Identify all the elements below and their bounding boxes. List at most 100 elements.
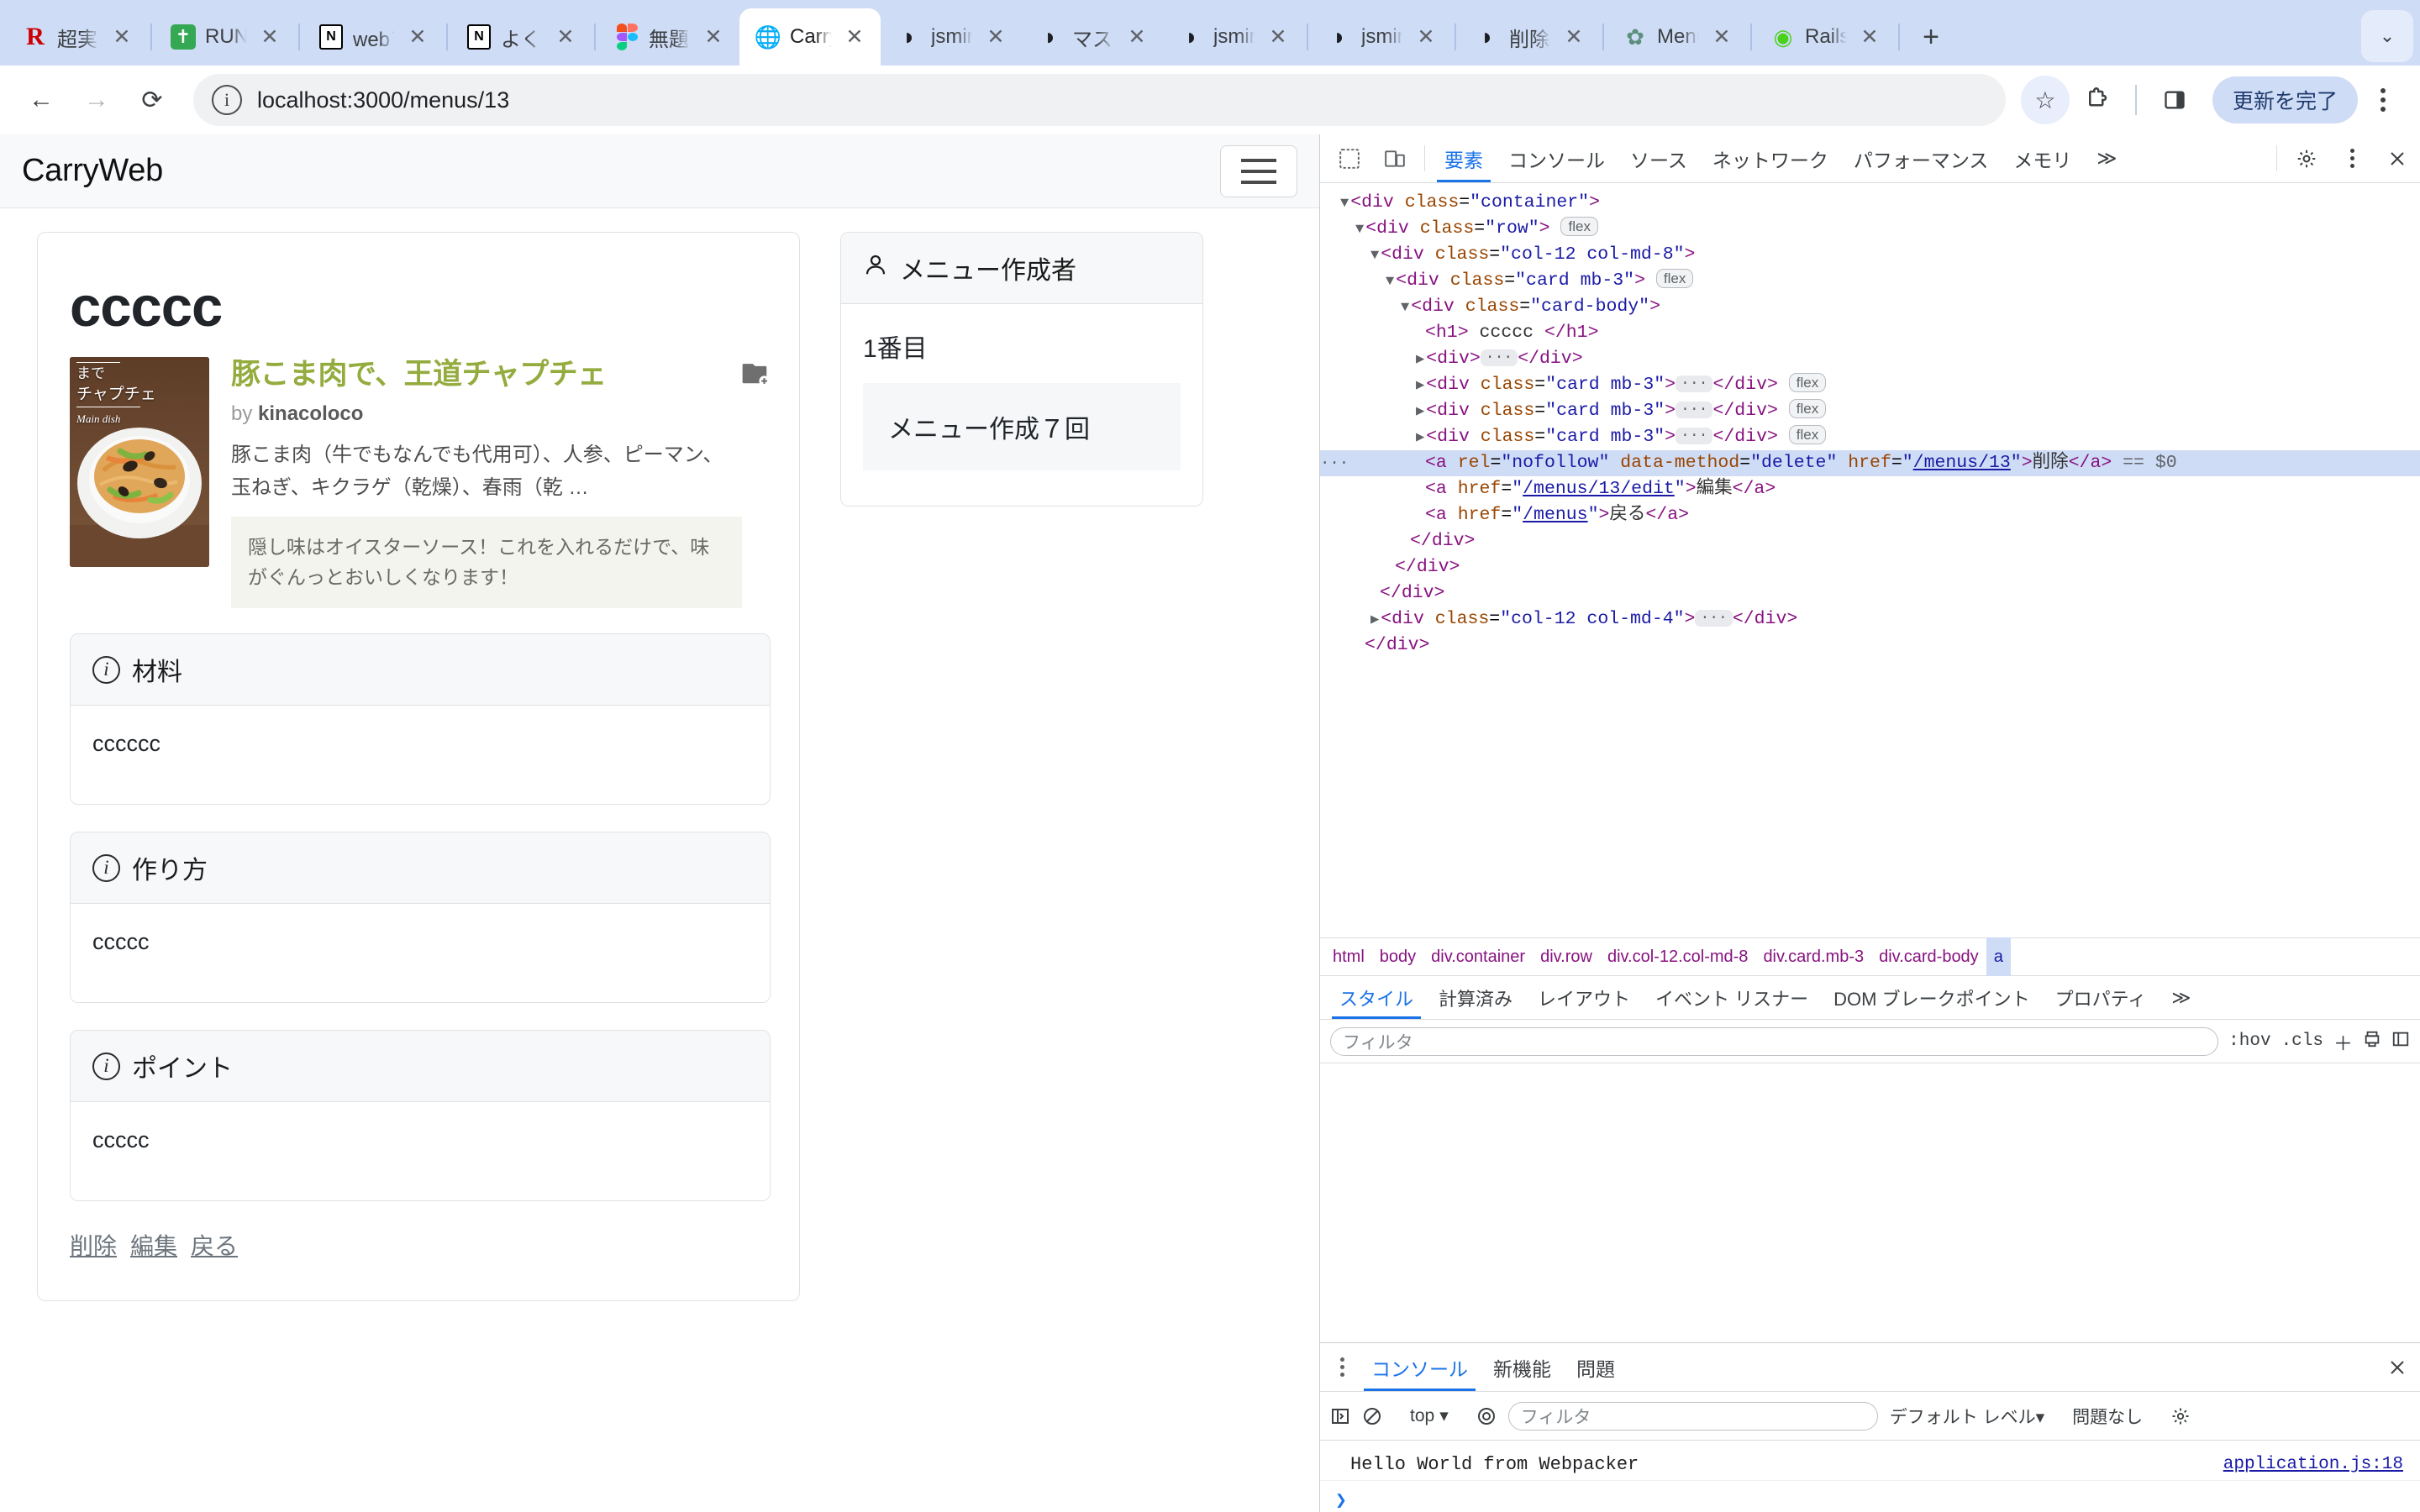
devtools-more-icon[interactable] (2329, 134, 2375, 182)
devtools-tab[interactable]: 要素 (1432, 134, 1496, 182)
breadcrumb-item[interactable]: div.card-body (1871, 948, 1986, 967)
new-tab-button[interactable]: + (1907, 13, 1954, 60)
dom-node-row[interactable]: </div> (1320, 554, 2420, 580)
close-icon[interactable]: ✕ (1707, 23, 1736, 51)
dom-node-row[interactable]: </div> (1320, 633, 2420, 659)
breadcrumb-item[interactable]: div.container (1423, 948, 1533, 967)
browser-tab[interactable]: ◗ jsmin ✕ (1311, 8, 1452, 66)
dom-node-row[interactable]: ▶<div class="card mb-3"> ··· </div> flex (1320, 424, 2420, 450)
dom-tree[interactable]: ▼<div class="container"> ▼<div class="row… (1320, 183, 2420, 937)
gear-icon[interactable] (2284, 134, 2329, 182)
close-icon[interactable]: ✕ (1560, 23, 1588, 51)
styles-filter-input[interactable]: フィルタ (1330, 1026, 2219, 1056)
styles-tab[interactable]: 計算済み (1426, 976, 1525, 1019)
sidebar-toggle-icon[interactable] (2391, 1030, 2410, 1053)
dom-node-row[interactable]: ▶<div class="card mb-3"> ··· </div> flex (1320, 398, 2420, 424)
clear-console-icon[interactable] (1362, 1406, 1382, 1426)
inspect-element-icon[interactable] (1327, 134, 1372, 182)
drawer-tab[interactable]: 新機能 (1481, 1343, 1564, 1391)
styles-tab[interactable]: スタイル (1327, 976, 1426, 1019)
drawer-tab[interactable]: コンソール (1359, 1343, 1481, 1391)
delete-link[interactable]: 削除 (70, 1233, 117, 1259)
breadcrumb-item[interactable]: html (1325, 948, 1372, 967)
close-icon[interactable]: ✕ (840, 23, 869, 51)
side-panel-icon[interactable] (2150, 76, 2199, 124)
close-icon[interactable]: ✕ (1264, 23, 1292, 51)
close-icon[interactable]: ✕ (403, 23, 432, 51)
tab-search-button[interactable]: ⌄ (2361, 10, 2413, 62)
dom-node-row[interactable]: </div> (1320, 528, 2420, 554)
console-sidebar-icon[interactable] (1330, 1406, 1350, 1426)
dom-node-row[interactable]: ▼<div class="card mb-3"> flex (1320, 268, 2420, 294)
dom-node-row[interactable]: <h1> ccccc </h1> (1320, 320, 2420, 346)
close-icon[interactable]: ✕ (551, 23, 580, 51)
browser-tab[interactable]: ◗ jsmin ✕ (1163, 8, 1304, 66)
browser-tab[interactable]: ◉ Rails ✕ (1754, 8, 1896, 66)
external-link-icon[interactable] (742, 360, 771, 386)
dom-node-row[interactable]: <a href="/menus/13/edit">編集</a> (1320, 476, 2420, 502)
browser-tab[interactable]: Nwebア ✕ (302, 8, 444, 66)
dom-row-menu-icon[interactable]: ··· (1320, 450, 1349, 476)
close-icon[interactable]: ✕ (255, 23, 284, 51)
styles-tab[interactable]: レイアウト (1525, 976, 1643, 1019)
drawer-more-icon[interactable] (1325, 1343, 1359, 1391)
browser-tab[interactable]: 無題 - ✕ (598, 8, 739, 66)
device-toolbar-icon[interactable] (1372, 134, 1418, 182)
dom-node-row[interactable]: ▶<div class="card mb-3"> ··· </div> flex (1320, 372, 2420, 398)
bookmark-star-icon[interactable]: ☆ (2020, 76, 2070, 124)
forward-button[interactable]: → (71, 74, 123, 126)
site-brand[interactable]: CarryWeb (22, 153, 163, 189)
devtools-tab[interactable]: コンソール (1496, 134, 1618, 182)
back-button[interactable]: ← (15, 74, 67, 126)
dom-node-row[interactable]: ▼<div class="container"> (1320, 190, 2420, 216)
site-info-icon[interactable]: i (212, 85, 242, 115)
print-style-icon[interactable] (2363, 1030, 2381, 1053)
dom-node-row[interactable]: ··· <a rel="nofollow" data-method="delete… (1320, 450, 2420, 476)
breadcrumb-item[interactable]: div.col-12.col-md-8 (1600, 948, 1755, 967)
update-button[interactable]: 更新を完了 (2212, 76, 2358, 123)
devtools-tab[interactable]: メモリ (2001, 134, 2084, 182)
browser-tab[interactable]: 🌐 Carry ✕ (739, 8, 881, 66)
breadcrumb-item[interactable]: a (1986, 937, 2011, 976)
live-expression-icon[interactable] (1476, 1406, 1497, 1426)
styles-tab[interactable]: ≫ (2159, 976, 2203, 1019)
devtools-close-icon[interactable] (2375, 134, 2420, 182)
breadcrumb-item[interactable]: body (1372, 948, 1423, 967)
reload-button[interactable]: ⟳ (126, 74, 178, 126)
console-level-selector[interactable]: デフォルト レベル▾ (1890, 1404, 2044, 1429)
close-icon[interactable]: ✕ (699, 23, 728, 51)
devtools-tab[interactable]: ≫ (2084, 134, 2129, 182)
dom-node-row[interactable]: ▶<div> ··· </div> (1320, 346, 2420, 372)
console-prompt[interactable]: ❯ (1320, 1481, 2420, 1512)
styles-tab[interactable]: イベント リスナー (1643, 976, 1821, 1019)
browser-tab[interactable]: N よく使 ✕ (450, 8, 592, 66)
dom-node-row[interactable]: </div> (1320, 580, 2420, 606)
dom-node-row[interactable]: <a href="/menus">戻る</a> (1320, 502, 2420, 528)
breadcrumb-item[interactable]: div.row (1533, 948, 1600, 967)
devtools-tab[interactable]: パフォーマンス (1841, 134, 2002, 182)
close-icon[interactable]: ✕ (1123, 23, 1151, 51)
devtools-tab[interactable]: ソース (1618, 134, 1700, 182)
browser-tab[interactable]: ◗ マスタ ✕ (1022, 8, 1163, 66)
close-icon[interactable]: ✕ (108, 23, 136, 51)
styles-tab[interactable]: DOM ブレークポイント (1821, 976, 2042, 1019)
browser-tab[interactable]: R 超実践 ✕ (7, 8, 148, 66)
address-bar[interactable]: i localhost:3000/menus/13 (193, 74, 2006, 126)
console-settings-gear-icon[interactable] (2170, 1406, 2191, 1426)
console-context-selector[interactable]: top ▾ (1410, 1405, 1449, 1426)
cls-toggle[interactable]: .cls (2281, 1032, 2323, 1051)
devtools-tab[interactable]: ネットワーク (1700, 134, 1841, 182)
hamburger-menu-icon[interactable] (1220, 144, 1297, 197)
console-message-source[interactable]: application.js:18 (2223, 1455, 2403, 1474)
edit-link[interactable]: 編集 (130, 1233, 177, 1259)
browser-tab[interactable]: ✿ Menu ✕ (1607, 8, 1748, 66)
recipe-title-link[interactable]: 豚こま肉で、王道チャプチェ (231, 357, 742, 392)
dom-node-row[interactable]: ▼<div class="col-12 col-md-8"> (1320, 242, 2420, 268)
extensions-icon[interactable] (2073, 76, 2122, 124)
breadcrumb-item[interactable]: div.card.mb-3 (1755, 948, 1871, 967)
browser-menu-button[interactable] (2361, 76, 2405, 124)
hov-toggle[interactable]: :hov (2228, 1032, 2270, 1051)
styles-tab[interactable]: プロパティ (2043, 976, 2160, 1019)
new-style-rule-icon[interactable]: ＋ (2333, 1027, 2353, 1056)
back-link[interactable]: 戻る (191, 1233, 238, 1259)
